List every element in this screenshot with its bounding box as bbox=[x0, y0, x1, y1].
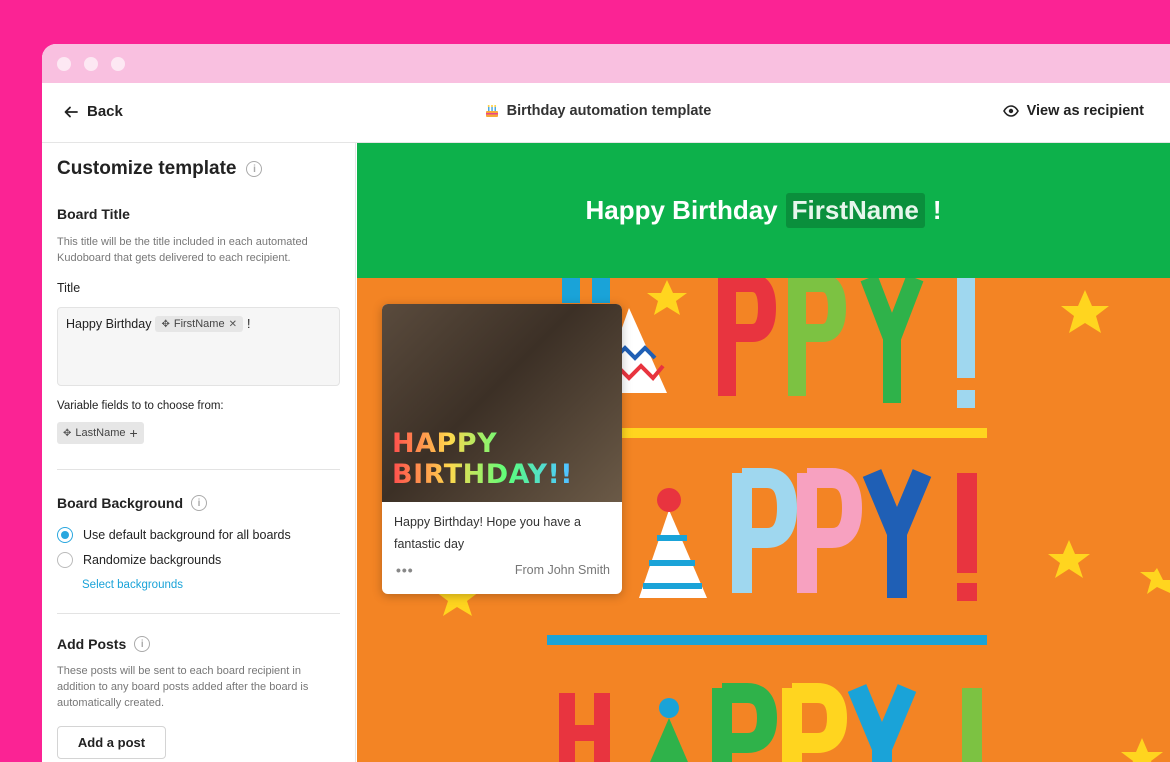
lastname-variable-chip[interactable]: ✥ LastName + bbox=[57, 422, 144, 444]
add-posts-label: Add Posts i bbox=[57, 636, 340, 652]
radio-label: Randomize backgrounds bbox=[83, 553, 222, 567]
add-posts-help: These posts will be sent to each board r… bbox=[57, 665, 309, 709]
remove-icon[interactable]: ✕ bbox=[229, 319, 237, 330]
customize-sidebar: Customize template i Board Title This ti… bbox=[42, 143, 356, 762]
view-as-label: View as recipient bbox=[1026, 103, 1144, 119]
radio-button[interactable] bbox=[57, 552, 73, 568]
happy-letters-row-3 bbox=[559, 683, 982, 762]
title-field-label: Title bbox=[57, 281, 81, 295]
board-background-label-text: Board Background bbox=[57, 495, 184, 511]
radio-label: Use default background for all boards bbox=[83, 528, 291, 542]
title-value-prefix: Happy Birthday bbox=[66, 317, 152, 331]
board-header-variable: FirstName bbox=[785, 193, 925, 228]
info-icon[interactable]: i bbox=[134, 636, 151, 652]
board-title-help: This title will be the title included in… bbox=[57, 236, 308, 264]
post-gif: HAPPY BIRTHDAY!! bbox=[382, 304, 622, 502]
info-icon[interactable]: i bbox=[246, 161, 263, 177]
add-icon[interactable]: + bbox=[130, 425, 138, 441]
radio-randomize-backgrounds[interactable]: Randomize backgrounds bbox=[57, 552, 340, 568]
board-header: Happy Birthday FirstName ! bbox=[357, 143, 1170, 278]
star-icon bbox=[1048, 540, 1090, 578]
more-options-icon[interactable]: ••• bbox=[396, 562, 414, 578]
happy-letters-row-2 bbox=[732, 468, 977, 601]
star-icon bbox=[1121, 738, 1163, 762]
variables-label: Variable fields to to choose from: bbox=[57, 400, 224, 412]
divider bbox=[57, 469, 340, 470]
radio-button-selected[interactable] bbox=[57, 527, 73, 543]
page-title: Birthday automation template bbox=[42, 103, 1154, 119]
sidebar-heading: Customize template i bbox=[57, 158, 340, 180]
drag-handle-icon: ✥ bbox=[63, 427, 72, 439]
top-bar: Back Birthday automation template View a… bbox=[42, 83, 1170, 143]
post-footer: ••• From John Smith bbox=[382, 555, 622, 578]
lastname-chip-label: LastName bbox=[75, 427, 126, 439]
cake-icon bbox=[485, 105, 498, 117]
board-header-suffix: ! bbox=[932, 195, 942, 225]
post-author: From John Smith bbox=[514, 563, 610, 577]
eye-icon bbox=[1002, 105, 1019, 117]
info-icon[interactable]: i bbox=[191, 495, 208, 511]
window-dot bbox=[57, 56, 71, 71]
star-icon bbox=[1140, 568, 1170, 594]
view-as-recipient-button[interactable]: View as recipient bbox=[1002, 103, 1144, 119]
variables-list: ✥ LastName + bbox=[57, 422, 340, 444]
sidebar-heading-text: Customize template bbox=[57, 158, 237, 179]
board-preview: Happy Birthday FirstName ! HAPPY BIRTHDA… bbox=[357, 143, 1170, 762]
title-value-suffix: ! bbox=[246, 317, 251, 331]
board-header-prefix: Happy Birthday bbox=[585, 195, 778, 225]
window-titlebar bbox=[42, 44, 1170, 83]
post-message: Happy Birthday! Hope you have a fantasti… bbox=[394, 515, 581, 551]
gif-caption: HAPPY BIRTHDAY!! bbox=[392, 428, 622, 490]
add-posts-label-text: Add Posts bbox=[57, 636, 127, 652]
firstname-chip-label: FirstName bbox=[173, 318, 225, 330]
firstname-variable-chip[interactable]: ✥ FirstName ✕ bbox=[155, 316, 243, 332]
radio-default-background[interactable]: Use default background for all boards bbox=[57, 527, 340, 543]
window-dot bbox=[111, 56, 125, 71]
select-backgrounds-link[interactable]: Select backgrounds bbox=[82, 579, 340, 591]
window-dot bbox=[84, 56, 98, 71]
add-post-button[interactable]: Add a post bbox=[57, 726, 166, 759]
browser-window: Back Birthday automation template View a… bbox=[42, 44, 1170, 762]
page-title-text: Birthday automation template bbox=[506, 103, 712, 119]
post-card[interactable]: HAPPY BIRTHDAY!! Happy Birthday! Hope yo… bbox=[382, 304, 622, 594]
title-input[interactable]: Happy Birthday ✥ FirstName ✕ ! bbox=[57, 307, 340, 386]
board-background-label: Board Background i bbox=[57, 495, 340, 511]
divider bbox=[57, 613, 340, 614]
star-icon bbox=[1061, 290, 1109, 333]
star-icon bbox=[647, 280, 687, 315]
board-title-label-text: Board Title bbox=[57, 206, 130, 222]
drag-handle-icon: ✥ bbox=[161, 318, 170, 330]
board-title-label: Board Title bbox=[57, 206, 340, 222]
party-hat-icon bbox=[650, 718, 688, 762]
